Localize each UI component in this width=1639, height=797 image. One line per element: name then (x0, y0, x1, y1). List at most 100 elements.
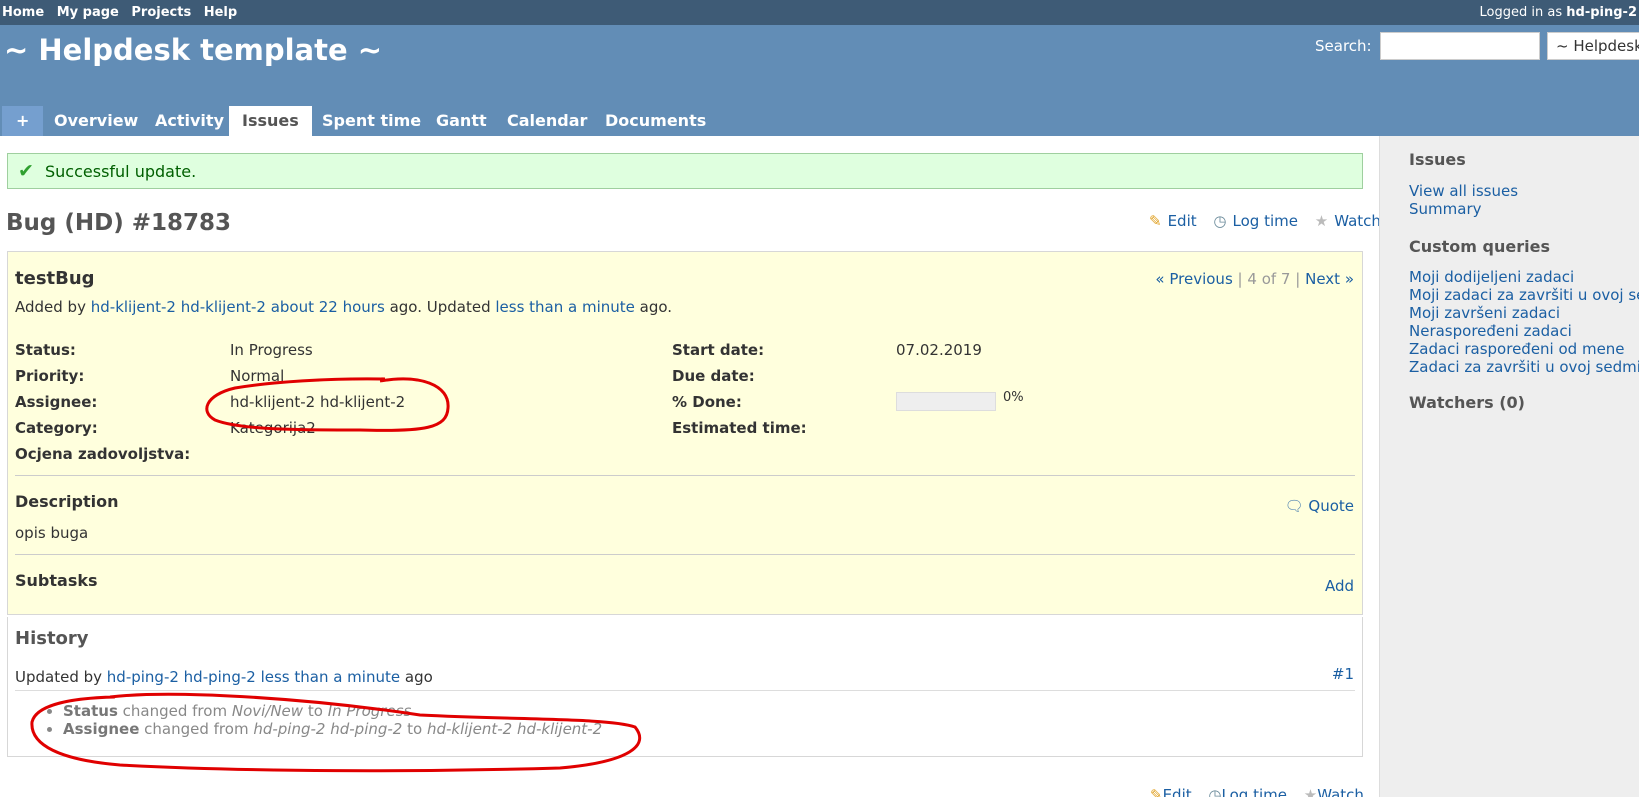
tab-spent-time[interactable]: Spent time (309, 106, 434, 136)
nav-separator: | (1237, 270, 1243, 288)
start-date-label: Start date: (672, 341, 765, 359)
pencil-icon: ✎ (1150, 786, 1163, 797)
done-percent: 0% (1003, 390, 1024, 405)
add-subtask-link[interactable]: Add (1325, 577, 1354, 595)
clock-icon: ◷ (1213, 212, 1227, 230)
clock-icon: ◷ (1208, 786, 1222, 797)
next-link[interactable]: Next » (1305, 270, 1354, 288)
assignee-link[interactable]: hd-klijent-2 hd-klijent-2 (230, 393, 405, 411)
tab-issues[interactable]: Issues (229, 106, 312, 136)
tab-documents[interactable]: Documents (592, 106, 719, 136)
change-to-word: to (407, 720, 423, 738)
added-by-prefix: Added by (15, 298, 86, 316)
change-text: changed from (122, 702, 228, 720)
journal-change-item: Status changed from Novi/New to In Progr… (63, 702, 602, 720)
project-jump-select[interactable]: ~ Helpdesk template ~ (1547, 32, 1639, 60)
sidebar-watchers-heading: Watchers (0) (1409, 393, 1525, 412)
custom-query-link[interactable]: Moji završeni zadaci (1409, 304, 1639, 322)
top-menu-help[interactable]: Help (204, 5, 237, 20)
sidebar-custom-queries: Moji dodijeljeni zadaci Moji zadaci za z… (1409, 268, 1639, 376)
tab-new-issue[interactable]: + (2, 106, 44, 136)
bottom-issue-actions: ✎Edit ◷Log time ★Watch (1150, 786, 1364, 797)
search-input[interactable] (1380, 32, 1540, 60)
quote-link[interactable]: Quote (1308, 497, 1354, 515)
change-new-value: In Progress (327, 702, 412, 720)
custom-query-link[interactable]: Zadaci za završiti u ovoj sedmici (1409, 358, 1639, 376)
tab-overview[interactable]: Overview (41, 106, 151, 136)
journal-header: Updated by hd-ping-2 hd-ping-2 less than… (15, 668, 433, 686)
assignee-label: Assignee: (15, 393, 98, 411)
category-value: Kategorija2 (230, 419, 316, 437)
watch-link[interactable]: Watch (1334, 212, 1381, 230)
project-title[interactable]: ~ Helpdesk template ~ (4, 33, 382, 67)
star-icon: ★ (1314, 212, 1329, 230)
custom-query-link[interactable]: Neraspoređeni zadaci (1409, 322, 1639, 340)
journal-change-item: Assignee changed from hd-ping-2 hd-ping-… (63, 720, 602, 738)
history-section: History Updated by hd-ping-2 hd-ping-2 l… (7, 617, 1363, 757)
change-text: changed from (144, 720, 249, 738)
journal-ago-link[interactable]: less than a minute (261, 668, 401, 686)
main-content: ✔ Successful update. Bug (HD) #18783 ✎ Ed… (0, 136, 1381, 797)
change-field: Status (63, 702, 118, 720)
description-heading: Description (15, 492, 119, 511)
due-date-label: Due date: (672, 367, 755, 385)
top-menu-bar: Home My page Projects Help Logged in as … (0, 0, 1639, 25)
bottom-log-time-link[interactable]: Log time (1222, 786, 1287, 797)
flash-message: Successful update. (45, 162, 197, 181)
speech-bubble-icon: 🗨 (1284, 497, 1304, 515)
top-menu-home[interactable]: Home (2, 5, 44, 20)
status-value: In Progress (230, 341, 313, 359)
issue-details: testBug Added by hd-klijent-2 hd-klijent… (7, 251, 1363, 615)
done-label: % Done: (672, 393, 742, 411)
nav-position: 4 of 7 (1247, 270, 1291, 288)
top-menu-projects[interactable]: Projects (131, 5, 191, 20)
custom-query-link[interactable]: Moji dodijeljeni zadaci (1409, 268, 1639, 286)
logged-in-as: Logged in as hd-ping-2 (1480, 5, 1637, 20)
flash-notice: ✔ Successful update. (7, 153, 1363, 189)
top-menu-items: Home My page Projects Help (2, 5, 245, 20)
done-progress-bar (896, 392, 996, 411)
sidebar-issues-links: View all issues Summary (1409, 182, 1518, 218)
description-text: opis buga (15, 524, 89, 542)
updated-ago-link[interactable]: less than a minute (495, 298, 635, 316)
issue-subject: testBug (15, 268, 95, 289)
journal-changes: Status changed from Novi/New to In Progr… (45, 702, 602, 738)
change-field: Assignee (63, 720, 140, 738)
issue-navigation: « Previous | 4 of 7 | Next » (1155, 270, 1354, 288)
custom-query-link[interactable]: Zadaci raspoređeni od mene (1409, 340, 1639, 358)
tab-calendar[interactable]: Calendar (494, 106, 600, 136)
custom-query-link[interactable]: Moji zadaci za završiti u ovoj sedmici (1409, 286, 1639, 304)
ocjena-label: Ocjena zadovoljstva: (15, 445, 191, 463)
journal-number-link[interactable]: #1 (1332, 665, 1354, 683)
log-time-link[interactable]: Log time (1233, 212, 1298, 230)
logged-in-user-link[interactable]: hd-ping-2 (1566, 5, 1637, 20)
journal-user-link[interactable]: hd-ping-2 hd-ping-2 (107, 668, 256, 686)
journal-ago-suffix: ago (404, 668, 433, 686)
tab-activity[interactable]: Activity (142, 106, 237, 136)
created-ago-link[interactable]: about 22 hours (271, 298, 385, 316)
quote-action: 🗨 Quote (1285, 497, 1354, 515)
bottom-watch-link[interactable]: Watch (1317, 786, 1364, 797)
issue-heading: Bug (HD) #18783 (6, 210, 232, 236)
checkmark-icon: ✔ (18, 160, 34, 182)
tab-gantt[interactable]: Gantt (423, 106, 500, 136)
bottom-edit-link[interactable]: Edit (1163, 786, 1192, 797)
nav-separator: | (1295, 270, 1301, 288)
sidebar-view-all-issues[interactable]: View all issues (1409, 182, 1518, 200)
previous-link[interactable]: « Previous (1155, 270, 1232, 288)
change-old-value: hd-ping-2 hd-ping-2 (253, 720, 403, 738)
change-to-word: to (307, 702, 323, 720)
updated-prefix: ago. Updated (389, 298, 491, 316)
sidebar-summary[interactable]: Summary (1409, 200, 1518, 218)
search-label: Search: (1315, 37, 1372, 55)
sidebar-issues-heading: Issues (1409, 150, 1466, 169)
change-old-value: Novi/New (231, 702, 304, 720)
top-menu-my-page[interactable]: My page (57, 5, 119, 20)
history-heading: History (15, 628, 89, 649)
start-date-value: 07.02.2019 (896, 341, 982, 359)
author-link[interactable]: hd-klijent-2 hd-klijent-2 (91, 298, 266, 316)
journal-divider (15, 690, 1355, 691)
issue-actions: ✎ Edit ◷ Log time ★ Watch (1143, 212, 1381, 230)
edit-link[interactable]: Edit (1168, 212, 1197, 230)
pencil-icon: ✎ (1149, 212, 1162, 230)
